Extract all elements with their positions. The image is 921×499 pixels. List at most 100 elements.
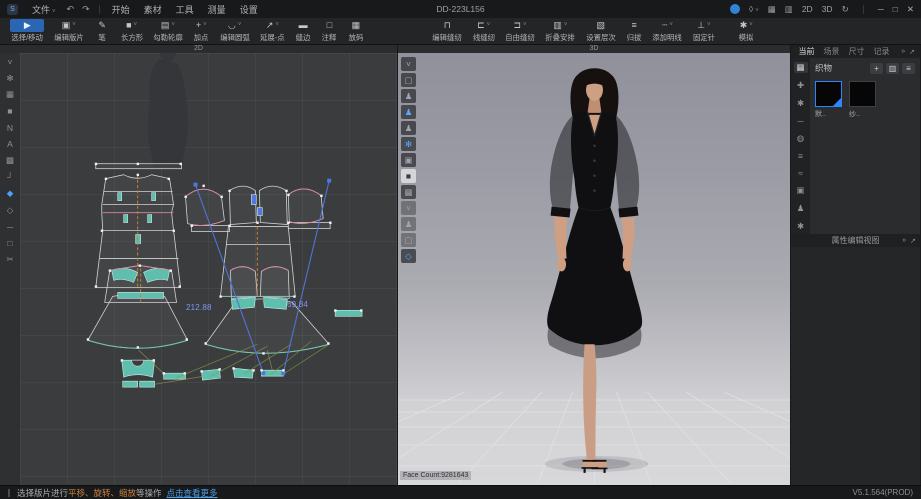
tool-fold-arrange[interactable]: ▥˅ 折叠安排 (540, 19, 580, 43)
solid-view-icon[interactable]: ■ (401, 169, 416, 183)
property-panel-header[interactable]: 属性编辑视图 » ↗ (791, 234, 920, 247)
annotation-icon: □ (320, 19, 338, 32)
collapse-icon[interactable]: ˅ (401, 57, 416, 71)
tool-edit-sewing[interactable]: ⊓ 编辑缝纫 (427, 19, 467, 43)
menu-measure[interactable]: 测量 (201, 3, 233, 16)
fabric-icon[interactable]: ▦ (794, 62, 808, 73)
menu-settings[interactable]: 设置 (233, 3, 265, 16)
show-garment-icon[interactable]: ◆ (3, 188, 17, 199)
tool-add-point[interactable]: +˅ 加点 (188, 19, 214, 43)
avatar-icon[interactable]: ♟ (794, 203, 808, 214)
menu-start[interactable]: 开始 (105, 3, 137, 16)
list-view-button[interactable]: ≡ (902, 63, 915, 74)
show-avatar-icon[interactable]: ♟ (401, 105, 416, 119)
tool-annotation[interactable]: □ 注释 (316, 19, 342, 43)
tool-edit-arc[interactable]: ◡˅ 编辑圆弧 (214, 19, 254, 43)
document-title: DD-223L156 (436, 4, 484, 14)
tool-pin[interactable]: ⊥˅ 固定针 (688, 19, 720, 43)
fabric-swatch[interactable]: 纱.. (849, 81, 876, 119)
tab-current[interactable]: 当前 (794, 46, 819, 57)
garment-box-icon[interactable]: ▢ (401, 233, 416, 247)
snap-icon[interactable]: ✻ (3, 73, 17, 84)
texture-toggle-icon[interactable]: ▩ (3, 155, 17, 166)
cut-icon[interactable]: ✂ (3, 254, 17, 265)
app-logo[interactable]: S (7, 4, 18, 15)
annotation-toggle-icon[interactable]: A (3, 139, 17, 150)
add-fabric-button[interactable]: + (870, 63, 883, 74)
fabric-swatch[interactable]: 默.. (815, 81, 842, 119)
simulate-icon: ✱˅ (737, 19, 755, 32)
pin-icon: ⊥˅ (695, 19, 713, 32)
tool-seam-allowance[interactable]: ▬ 缝边 (290, 19, 316, 43)
user-avatar[interactable] (730, 4, 740, 14)
avatar-hidden-icon[interactable]: ♟ (401, 217, 416, 231)
seamline-toggle-icon[interactable]: ─ (3, 221, 17, 232)
avatar-solid-icon[interactable]: ♟ (401, 121, 416, 135)
light-icon[interactable]: ◍ (794, 133, 808, 144)
tool-simulate[interactable]: ✱˅ 模拟 (733, 19, 759, 43)
expand-icon[interactable]: ↗ (909, 48, 915, 56)
see-more-link[interactable]: 点击查看更多 (167, 487, 218, 499)
accessory-icon[interactable]: ✱ (794, 98, 808, 109)
grid-view-button[interactable]: ▥ (886, 63, 899, 74)
expand-icon[interactable]: ↗ (910, 237, 916, 245)
tool-iron[interactable]: ≡ 归拔 (621, 19, 647, 43)
more-chevron-icon[interactable]: ˅ (401, 201, 416, 215)
cube-icon[interactable]: ▣ (794, 185, 808, 196)
close-button[interactable]: ✕ (907, 4, 914, 15)
hardware-icon[interactable]: ✚ (794, 80, 808, 91)
tool-set-layer[interactable]: ▧ 设置层次 (581, 19, 621, 43)
tool-select-move[interactable]: ▶ 选择/移动 (6, 19, 49, 43)
status-bar: 选择版片进行平移、旋转、缩放等操作 点击查看更多 V5.1.564(PROD) (0, 485, 921, 499)
list-icon[interactable]: ≡ (794, 151, 808, 161)
wave-icon[interactable]: ≈ (794, 168, 808, 178)
status-hint-prefix: 选择版片进行 (17, 487, 68, 499)
tab-record[interactable]: 记录 (869, 46, 894, 57)
stitch-icon[interactable]: ─ (794, 116, 808, 126)
more-icon[interactable]: » (902, 237, 906, 245)
mesh-view-icon[interactable]: ▦ (401, 185, 416, 199)
garment-outline-icon[interactable]: ◇ (3, 205, 17, 216)
sync-icon[interactable]: ↻ (842, 4, 849, 15)
texture-view-icon[interactable]: ▣ (401, 153, 416, 167)
menu-material[interactable]: 素材 (137, 3, 169, 16)
baseline-toggle-icon[interactable]: ┘ (3, 172, 17, 183)
avatar-skeleton-icon[interactable]: ♟ (401, 89, 416, 103)
redo-icon[interactable]: ↷ (78, 4, 94, 15)
toggle-2d-button[interactable]: 2D (802, 4, 813, 14)
layout-single-icon[interactable]: ▦ (768, 4, 776, 15)
undo-icon[interactable]: ↶ (63, 4, 79, 15)
minimize-button[interactable]: ─ (878, 4, 884, 14)
wireframe-garment-icon[interactable]: ◇ (401, 249, 416, 263)
avatar-box-icon[interactable]: ▢ (401, 73, 416, 87)
tool-rectangle[interactable]: ■˅ 长方形 (115, 19, 147, 43)
more-icon[interactable]: » (901, 48, 905, 56)
fill-toggle-icon[interactable]: ■ (3, 106, 17, 117)
tool-grading[interactable]: ▦ 放码 (343, 19, 369, 43)
collapse-icon[interactable]: ˅ (3, 56, 17, 67)
tool-line-sewing[interactable]: ⊏˅ 线缝纫 (467, 19, 499, 43)
garment-3d-viewport[interactable]: 3D ˅ ▢ ♟ ♟ ♟ ✻ ▣ ■ ▦ ˅ ♟ ▢ ◇ (398, 45, 791, 485)
toggle-3d-button[interactable]: 3D (822, 4, 833, 14)
tool-add-topstitch[interactable]: ┄˅ 添加明线 (647, 19, 687, 43)
menu-file[interactable]: 文件˅ (25, 3, 63, 16)
tool-extend-point[interactable]: ↗˅ 延展-点 (255, 19, 290, 43)
layout-split-icon[interactable]: ▥ (785, 4, 793, 15)
page-icon[interactable]: □ (3, 238, 17, 249)
3d-scene-canvas (398, 45, 790, 484)
chevron-down-icon: ˅ (564, 19, 568, 32)
notification-icon[interactable]: ◊˅ (749, 4, 759, 14)
tool-edit-pattern[interactable]: ▣˅ 编辑版片 (49, 19, 89, 43)
pattern-2d-viewport[interactable]: 2D ˅ ✻ ▦ ■ N A ▩ ┘ ◆ ◇ ─ □ ✂ (0, 45, 398, 485)
grid-toggle-icon[interactable]: ▦ (3, 89, 17, 100)
maximize-button[interactable]: □ (893, 4, 898, 14)
tab-size[interactable]: 尺寸 (844, 46, 869, 57)
gear-icon[interactable]: ✱ (794, 221, 808, 232)
freeze-icon[interactable]: ✻ (401, 137, 416, 151)
menu-tools[interactable]: 工具 (169, 3, 201, 16)
tool-pen[interactable]: ✎ 笔 (89, 19, 115, 43)
tab-scene[interactable]: 场景 (819, 46, 844, 57)
pattern-name-icon[interactable]: N (3, 122, 17, 133)
tool-trace-outline[interactable]: ▤˅ 勾勒轮廓 (148, 19, 188, 43)
tool-free-sewing[interactable]: ⊐˅ 自由缝纫 (500, 19, 540, 43)
